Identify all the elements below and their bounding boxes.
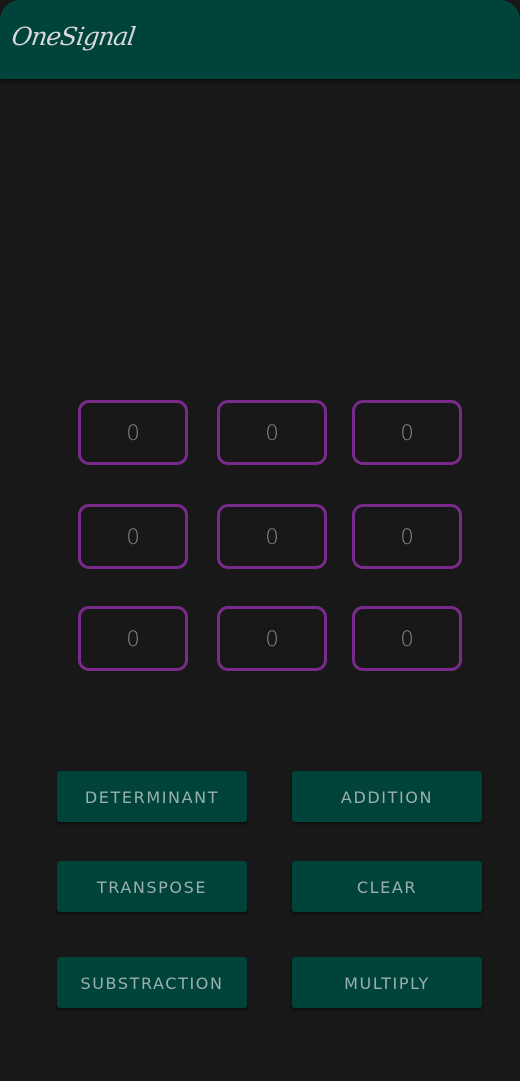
matrix-cell-r3c2[interactable]: [217, 606, 327, 671]
matrix-cell-r3c3[interactable]: [352, 606, 462, 671]
multiply-button[interactable]: MULTIPLY: [292, 957, 482, 1008]
matrix-cell-r1c3[interactable]: [352, 400, 462, 465]
transpose-button[interactable]: TRANSPOSE: [57, 861, 247, 912]
matrix-cell-r3c1[interactable]: [78, 606, 188, 671]
addition-button[interactable]: ADDITION: [292, 771, 482, 822]
app-title: OneSignal: [9, 22, 137, 51]
substraction-button[interactable]: SUBSTRACTION: [57, 957, 247, 1008]
determinant-button[interactable]: DETERMINANT: [57, 771, 247, 822]
matrix-cell-r2c3[interactable]: [352, 504, 462, 569]
matrix-cell-r2c2[interactable]: [217, 504, 327, 569]
matrix-cell-r1c1[interactable]: [78, 400, 188, 465]
app-bar: OneSignal: [0, 0, 520, 79]
clear-button[interactable]: CLEAR: [292, 861, 482, 912]
matrix-cell-r2c1[interactable]: [78, 504, 188, 569]
matrix-cell-r1c2[interactable]: [217, 400, 327, 465]
